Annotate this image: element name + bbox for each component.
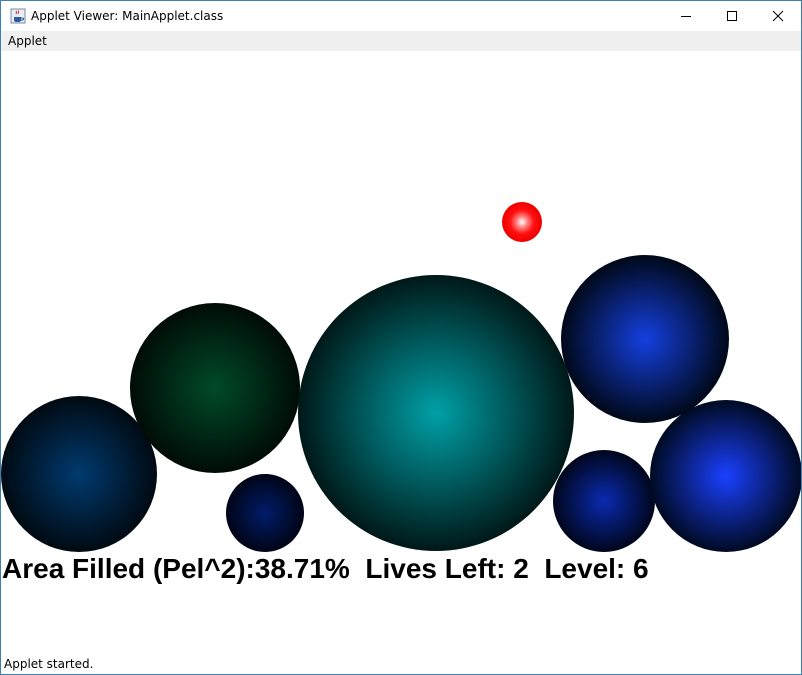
game-canvas[interactable]: Area Filled (Pel^2):38.71% Lives Left: 2… [1, 51, 801, 654]
status-bar: Applet started. [1, 654, 801, 674]
maximize-icon [727, 11, 737, 21]
title-bar[interactable]: Applet Viewer: MainApplet.class [1, 1, 801, 31]
bubble-right-blue [650, 400, 801, 552]
bubble-small-navy [226, 474, 304, 552]
status-text: Applet started. [4, 657, 94, 671]
close-icon [772, 10, 784, 22]
minimize-icon [681, 16, 691, 17]
close-button[interactable] [755, 1, 801, 31]
java-cup-icon [10, 8, 26, 24]
bubble-mid-blue [553, 450, 655, 552]
bouncing-ball [502, 202, 542, 242]
menu-applet[interactable]: Applet [8, 34, 47, 48]
hud-status-text: Area Filled (Pel^2):38.71% Lives Left: 2… [2, 553, 649, 584]
window-title: Applet Viewer: MainApplet.class [31, 9, 224, 23]
menu-bar: Applet [1, 31, 801, 51]
applet-viewer-window: Applet Viewer: MainApplet.class Applet A… [0, 0, 802, 675]
bubble-large-teal [298, 275, 574, 551]
bubble-upper-blue [561, 255, 729, 423]
bubble-green [130, 303, 300, 473]
maximize-button[interactable] [709, 1, 755, 31]
bubble-left [1, 396, 157, 552]
minimize-button[interactable] [663, 1, 709, 31]
